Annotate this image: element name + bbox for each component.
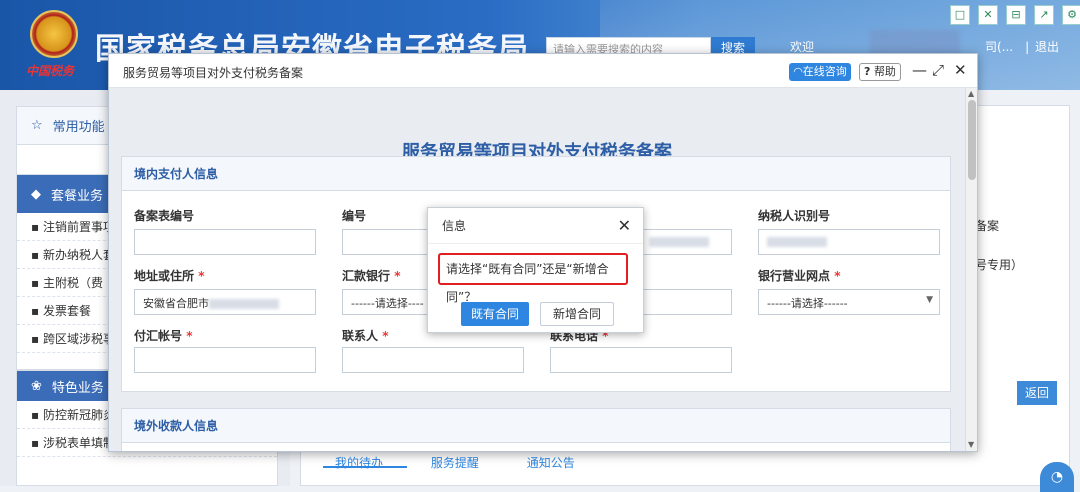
dialog-titlebar: 信息 ✕ [428,208,643,244]
background-text: 号专用） [975,258,1024,272]
address-input[interactable]: 安徽省合肥市 [134,289,316,315]
maximize-icon[interactable]: ⤢ [932,61,944,79]
contact-label: 联系人 * [342,329,389,343]
background-return-button[interactable]: 返回 [1017,381,1057,405]
info-dialog: 信息 ✕ 请选择“既有合同”还是“新增合同”？ 既有合同 新增合同 [427,207,644,333]
contact-input[interactable] [342,347,524,373]
taxpayer-id-input[interactable] [758,229,940,255]
help-button[interactable]: ? 帮助 [859,63,901,81]
scroll-down-icon[interactable]: ▼ [968,440,974,449]
bank-branch-select[interactable]: ------请选择------ ▼ [758,289,940,315]
background-text: 备案 [975,219,1000,233]
phone-input[interactable] [550,347,732,373]
window-scrollbar[interactable]: ▲ ▼ [965,88,977,451]
taxpayer-id-label: 纳税人识别号 [758,209,831,223]
scrollbar-thumb[interactable] [968,100,976,180]
remit-bank-label: 汇款银行 * [342,269,401,283]
layers-icon: ◆ [31,186,41,202]
chevron-down-icon: ▼ [926,295,933,305]
toolbar-fullscreen-icon[interactable]: ✕ [978,5,998,25]
chat-icon[interactable]: ◔ [1040,462,1074,492]
existing-contract-button[interactable]: 既有合同 [461,302,529,326]
star-icon: ☆ [31,118,43,133]
tab-active-underline [323,466,407,468]
emblem-subtitle: 中国税务 [26,64,75,78]
dialog-title: 信息 [442,219,467,233]
online-consult-button[interactable]: ◠在线咨询 [789,63,851,81]
toolbar-window-icon[interactable]: □ [950,5,970,25]
window-title: 服务贸易等项目对外支付税务备案 [123,66,304,80]
filing-no-label: 备案表编号 [134,209,195,223]
tab-reminder[interactable]: 服务提醒 [431,456,479,470]
window-titlebar: 服务贸易等项目对外支付税务备案 ◠在线咨询 ? 帮助 — ⤢ ✕ [109,54,977,88]
tab-notice[interactable]: 通知公告 [527,456,575,470]
grid-icon: ❀ [31,378,42,394]
scroll-up-icon[interactable]: ▲ [968,89,974,98]
new-contract-button[interactable]: 新增合同 [540,302,614,326]
filing-no-input[interactable] [134,229,316,255]
foreign-payee-section: 境外收款人信息 [121,408,951,451]
section-title: 境内支付人信息 [122,157,950,191]
close-icon[interactable]: ✕ [954,61,967,79]
section-title: 境外收款人信息 [122,409,950,443]
tax-emblem-icon [30,10,78,58]
background-tabs: 我的待办 服务提醒 通知公告 [335,454,619,471]
number-label: 编号 [342,209,367,223]
remit-account-label: 付汇帐号 * [134,329,193,343]
toolbar-share-icon[interactable]: ↗ [1034,5,1054,25]
remit-account-input[interactable] [134,347,316,373]
toolbar-icons: □ ✕ ⊟ ↗ ⚙ [950,5,1080,25]
address-label: 地址或住所 * [134,269,205,283]
question-icon: ? [864,65,871,78]
dialog-close-icon[interactable]: ✕ [618,208,631,244]
logout-link[interactable]: 退出 [1035,38,1059,55]
dialog-message: 请选择“既有合同”还是“新增合同”？ [438,253,628,304]
user-name-tail: 司(... | [985,40,1030,54]
headset-icon: ◠ [793,65,803,78]
minimize-icon[interactable]: — [912,61,927,79]
bank-branch-label: 银行营业网点 * [758,269,841,283]
toolbar-save-icon[interactable]: ⊟ [1006,5,1026,25]
toolbar-settings-icon[interactable]: ⚙ [1062,5,1080,25]
